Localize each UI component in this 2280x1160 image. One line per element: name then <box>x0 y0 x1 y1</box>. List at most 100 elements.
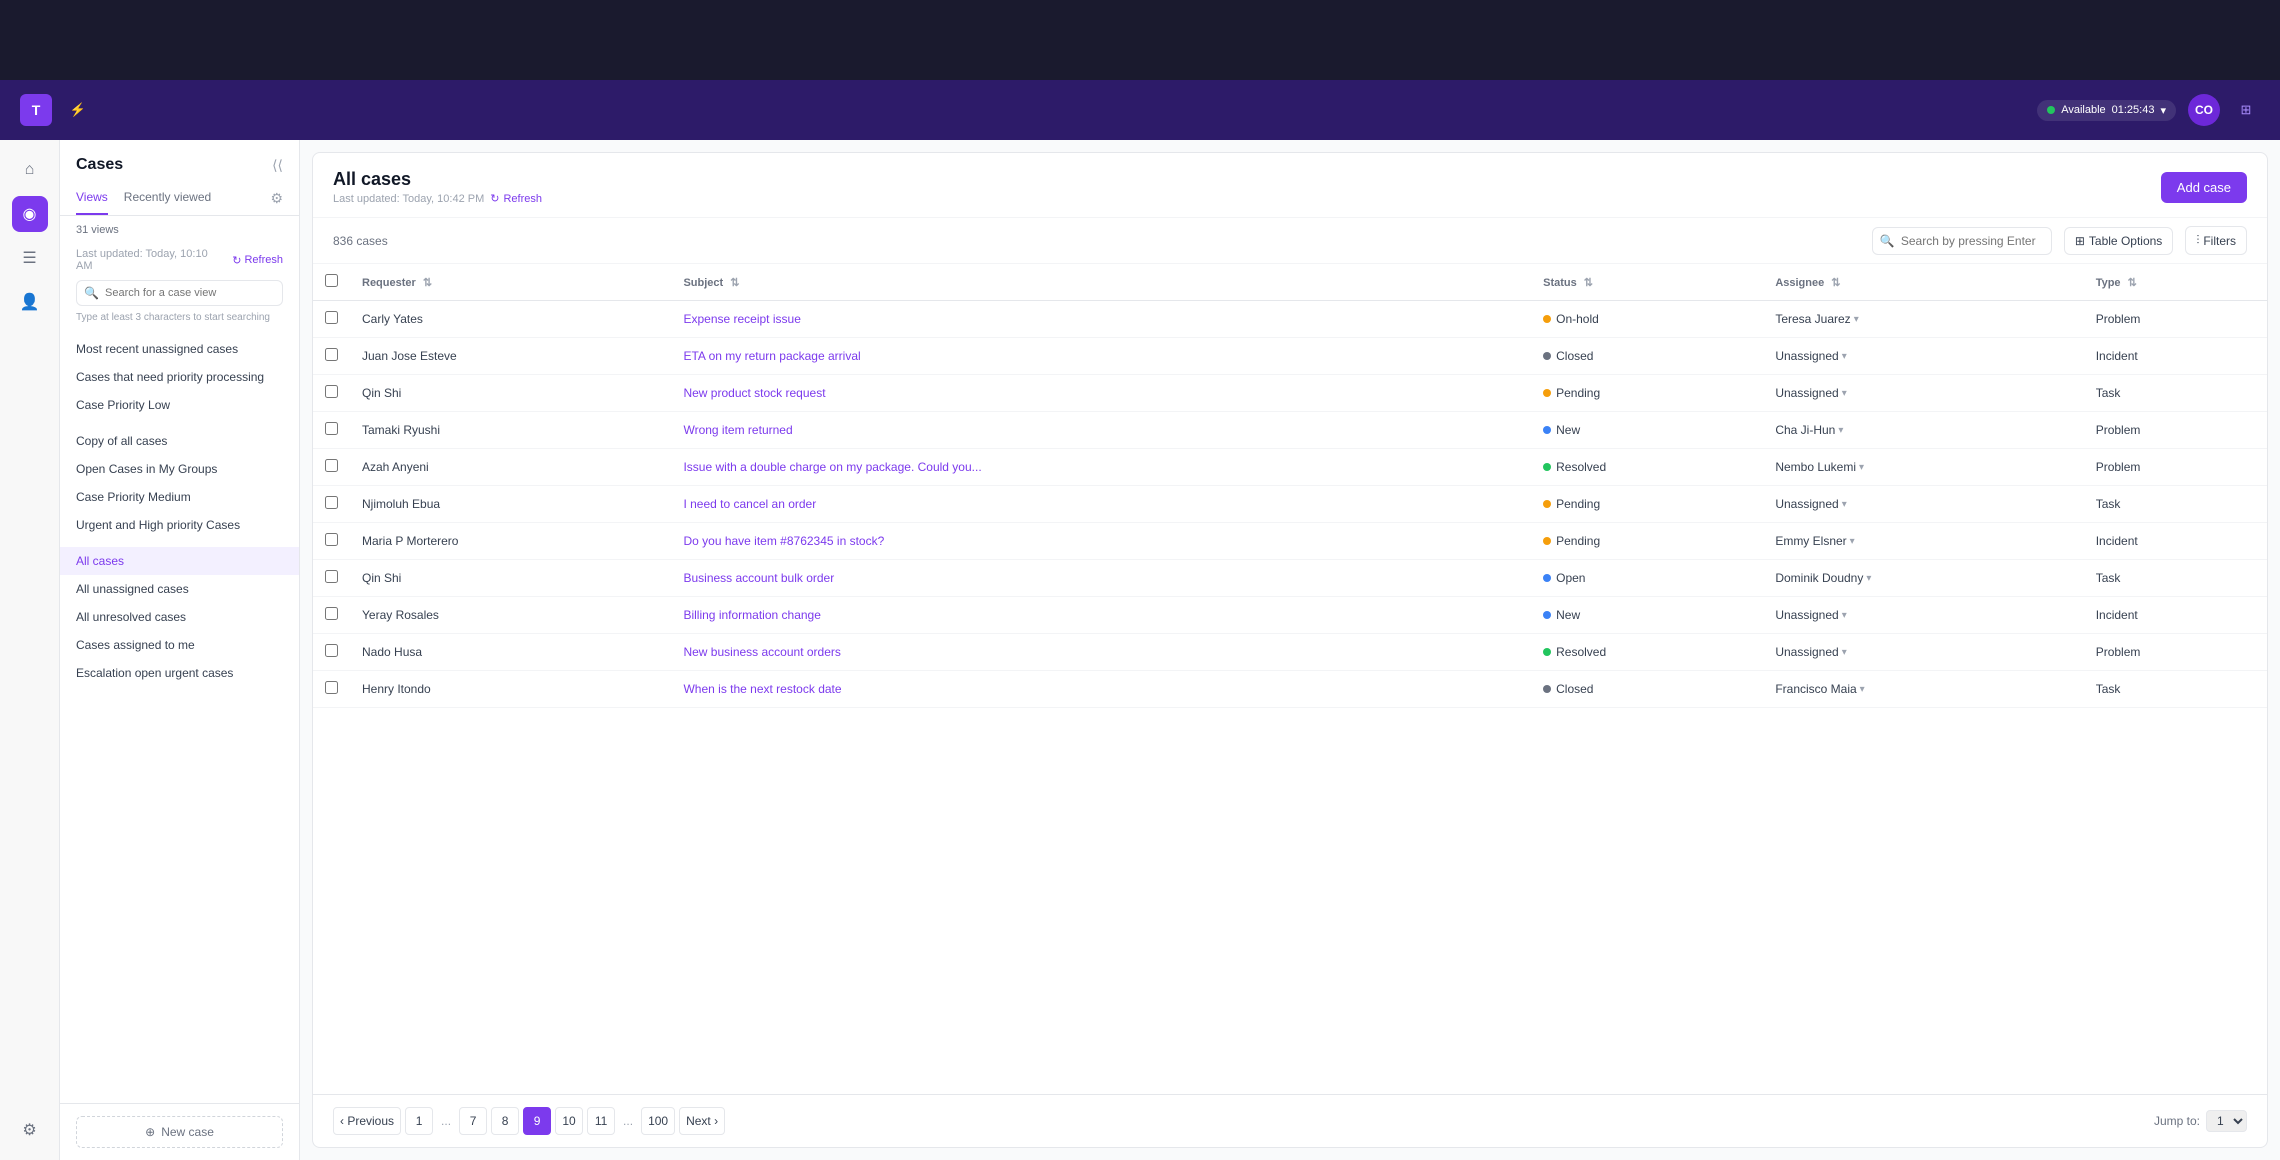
assignee-select-5[interactable]: Unassigned ▾ <box>1775 497 1846 511</box>
sidebar-item-settings[interactable]: ⚙ <box>12 1112 48 1148</box>
row-assignee-10[interactable]: Francisco Maia ▾ <box>1763 671 2083 708</box>
assignee-select-2[interactable]: Unassigned ▾ <box>1775 386 1846 400</box>
nav-item-escalation[interactable]: Escalation open urgent cases <box>60 659 299 687</box>
row-select-7[interactable] <box>325 570 338 583</box>
nav-item-copy-all[interactable]: Copy of all cases <box>60 427 299 455</box>
row-checkbox-2[interactable] <box>313 375 350 412</box>
row-checkbox-4[interactable] <box>313 449 350 486</box>
assignee-select-10[interactable]: Francisco Maia ▾ <box>1775 682 1864 696</box>
row-checkbox-9[interactable] <box>313 634 350 671</box>
row-select-3[interactable] <box>325 422 338 435</box>
row-assignee-4[interactable]: Nembo Lukemi ▾ <box>1763 449 2083 486</box>
collapse-button[interactable]: ⟨⟨ <box>272 157 283 174</box>
subject-link-3[interactable]: Wrong item returned <box>683 423 792 437</box>
row-select-4[interactable] <box>325 459 338 472</box>
col-subject[interactable]: Subject ⇅ <box>671 264 1531 301</box>
nav-item-unassigned[interactable]: All unassigned cases <box>60 575 299 603</box>
grid-icon[interactable]: ⊞ <box>2232 96 2260 124</box>
subject-link-6[interactable]: Do you have item #8762345 in stock? <box>683 534 884 548</box>
table-search[interactable]: 🔍 <box>1872 227 2052 255</box>
subject-link-5[interactable]: I need to cancel an order <box>683 497 816 511</box>
assignee-select-6[interactable]: Emmy Elsner ▾ <box>1775 534 1854 548</box>
add-case-button[interactable]: Add case <box>2161 172 2247 203</box>
row-select-10[interactable] <box>325 681 338 694</box>
row-subject-0[interactable]: Expense receipt issue <box>671 301 1531 338</box>
user-avatar[interactable]: CO <box>2188 94 2220 126</box>
assignee-select-0[interactable]: Teresa Juarez ▾ <box>1775 312 1858 326</box>
row-assignee-5[interactable]: Unassigned ▾ <box>1763 486 2083 523</box>
row-subject-9[interactable]: New business account orders <box>671 634 1531 671</box>
row-select-8[interactable] <box>325 607 338 620</box>
subject-link-1[interactable]: ETA on my return package arrival <box>683 349 860 363</box>
row-checkbox-6[interactable] <box>313 523 350 560</box>
nav-item-open-groups[interactable]: Open Cases in My Groups <box>60 455 299 483</box>
new-case-button[interactable]: ⊕ New case <box>76 1116 283 1148</box>
assignee-select-7[interactable]: Dominik Doudny ▾ <box>1775 571 1871 585</box>
sidebar-item-cases[interactable]: ◉ <box>12 196 48 232</box>
cases-search[interactable]: 🔍 <box>76 280 283 306</box>
filters-button[interactable]: ⫶ Filters <box>2185 226 2247 255</box>
row-select-2[interactable] <box>325 385 338 398</box>
table-options-button[interactable]: ⊞ Table Options <box>2064 227 2173 255</box>
tab-recently-viewed[interactable]: Recently viewed <box>124 182 211 215</box>
row-select-5[interactable] <box>325 496 338 509</box>
col-type[interactable]: Type ⇅ <box>2084 264 2267 301</box>
assignee-select-8[interactable]: Unassigned ▾ <box>1775 608 1846 622</box>
subject-link-4[interactable]: Issue with a double charge on my package… <box>683 460 981 474</box>
page-7-button[interactable]: 7 <box>459 1107 487 1135</box>
main-refresh-btn[interactable]: ↻ Refresh <box>490 192 542 205</box>
row-assignee-6[interactable]: Emmy Elsner ▾ <box>1763 523 2083 560</box>
app-logo[interactable]: T <box>20 94 52 126</box>
sidebar-item-contacts[interactable]: 👤 <box>12 284 48 320</box>
row-subject-1[interactable]: ETA on my return package arrival <box>671 338 1531 375</box>
sidebar-item-list[interactable]: ☰ <box>12 240 48 276</box>
table-search-input[interactable] <box>1872 227 2052 255</box>
row-select-1[interactable] <box>325 348 338 361</box>
page-11-button[interactable]: 11 <box>587 1107 615 1135</box>
row-select-6[interactable] <box>325 533 338 546</box>
nav-item-priority-low[interactable]: Case Priority Low <box>60 391 299 419</box>
row-checkbox-7[interactable] <box>313 560 350 597</box>
col-assignee[interactable]: Assignee ⇅ <box>1763 264 2083 301</box>
subject-link-10[interactable]: When is the next restock date <box>683 682 841 696</box>
assignee-select-9[interactable]: Unassigned ▾ <box>1775 645 1846 659</box>
row-assignee-3[interactable]: Cha Ji-Hun ▾ <box>1763 412 2083 449</box>
subject-link-7[interactable]: Business account bulk order <box>683 571 834 585</box>
sidebar-item-home[interactable]: ⌂ <box>12 152 48 188</box>
notification-icon[interactable]: ⚡ <box>64 96 92 124</box>
page-10-button[interactable]: 10 <box>555 1107 583 1135</box>
search-input[interactable] <box>76 280 283 306</box>
col-status[interactable]: Status ⇅ <box>1531 264 1763 301</box>
row-checkbox-8[interactable] <box>313 597 350 634</box>
nav-item-unresolved[interactable]: All unresolved cases <box>60 603 299 631</box>
row-subject-7[interactable]: Business account bulk order <box>671 560 1531 597</box>
row-subject-3[interactable]: Wrong item returned <box>671 412 1531 449</box>
page-1-button[interactable]: 1 <box>405 1107 433 1135</box>
assignee-select-3[interactable]: Cha Ji-Hun ▾ <box>1775 423 1843 437</box>
nav-item-most-recent[interactable]: Most recent unassigned cases <box>60 335 299 363</box>
tab-views[interactable]: Views <box>76 182 108 215</box>
subject-link-9[interactable]: New business account orders <box>683 645 840 659</box>
subject-link-0[interactable]: Expense receipt issue <box>683 312 800 326</box>
next-page-button[interactable]: Next › <box>679 1107 725 1135</box>
nav-item-priority-medium[interactable]: Case Priority Medium <box>60 483 299 511</box>
row-checkbox-1[interactable] <box>313 338 350 375</box>
row-subject-6[interactable]: Do you have item #8762345 in stock? <box>671 523 1531 560</box>
row-select-9[interactable] <box>325 644 338 657</box>
row-assignee-7[interactable]: Dominik Doudny ▾ <box>1763 560 2083 597</box>
row-checkbox-3[interactable] <box>313 412 350 449</box>
row-subject-8[interactable]: Billing information change <box>671 597 1531 634</box>
row-assignee-8[interactable]: Unassigned ▾ <box>1763 597 2083 634</box>
row-subject-10[interactable]: When is the next restock date <box>671 671 1531 708</box>
row-checkbox-5[interactable] <box>313 486 350 523</box>
row-assignee-1[interactable]: Unassigned ▾ <box>1763 338 2083 375</box>
subject-link-2[interactable]: New product stock request <box>683 386 825 400</box>
subject-link-8[interactable]: Billing information change <box>683 608 820 622</box>
prev-page-button[interactable]: ‹ Previous <box>333 1107 401 1135</box>
col-requester[interactable]: Requester ⇅ <box>350 264 671 301</box>
row-select-0[interactable] <box>325 311 338 324</box>
assignee-select-1[interactable]: Unassigned ▾ <box>1775 349 1846 363</box>
select-all-header[interactable] <box>313 264 350 301</box>
tab-settings-icon[interactable]: ⚙ <box>270 182 283 215</box>
nav-item-priority-processing[interactable]: Cases that need priority processing <box>60 363 299 391</box>
